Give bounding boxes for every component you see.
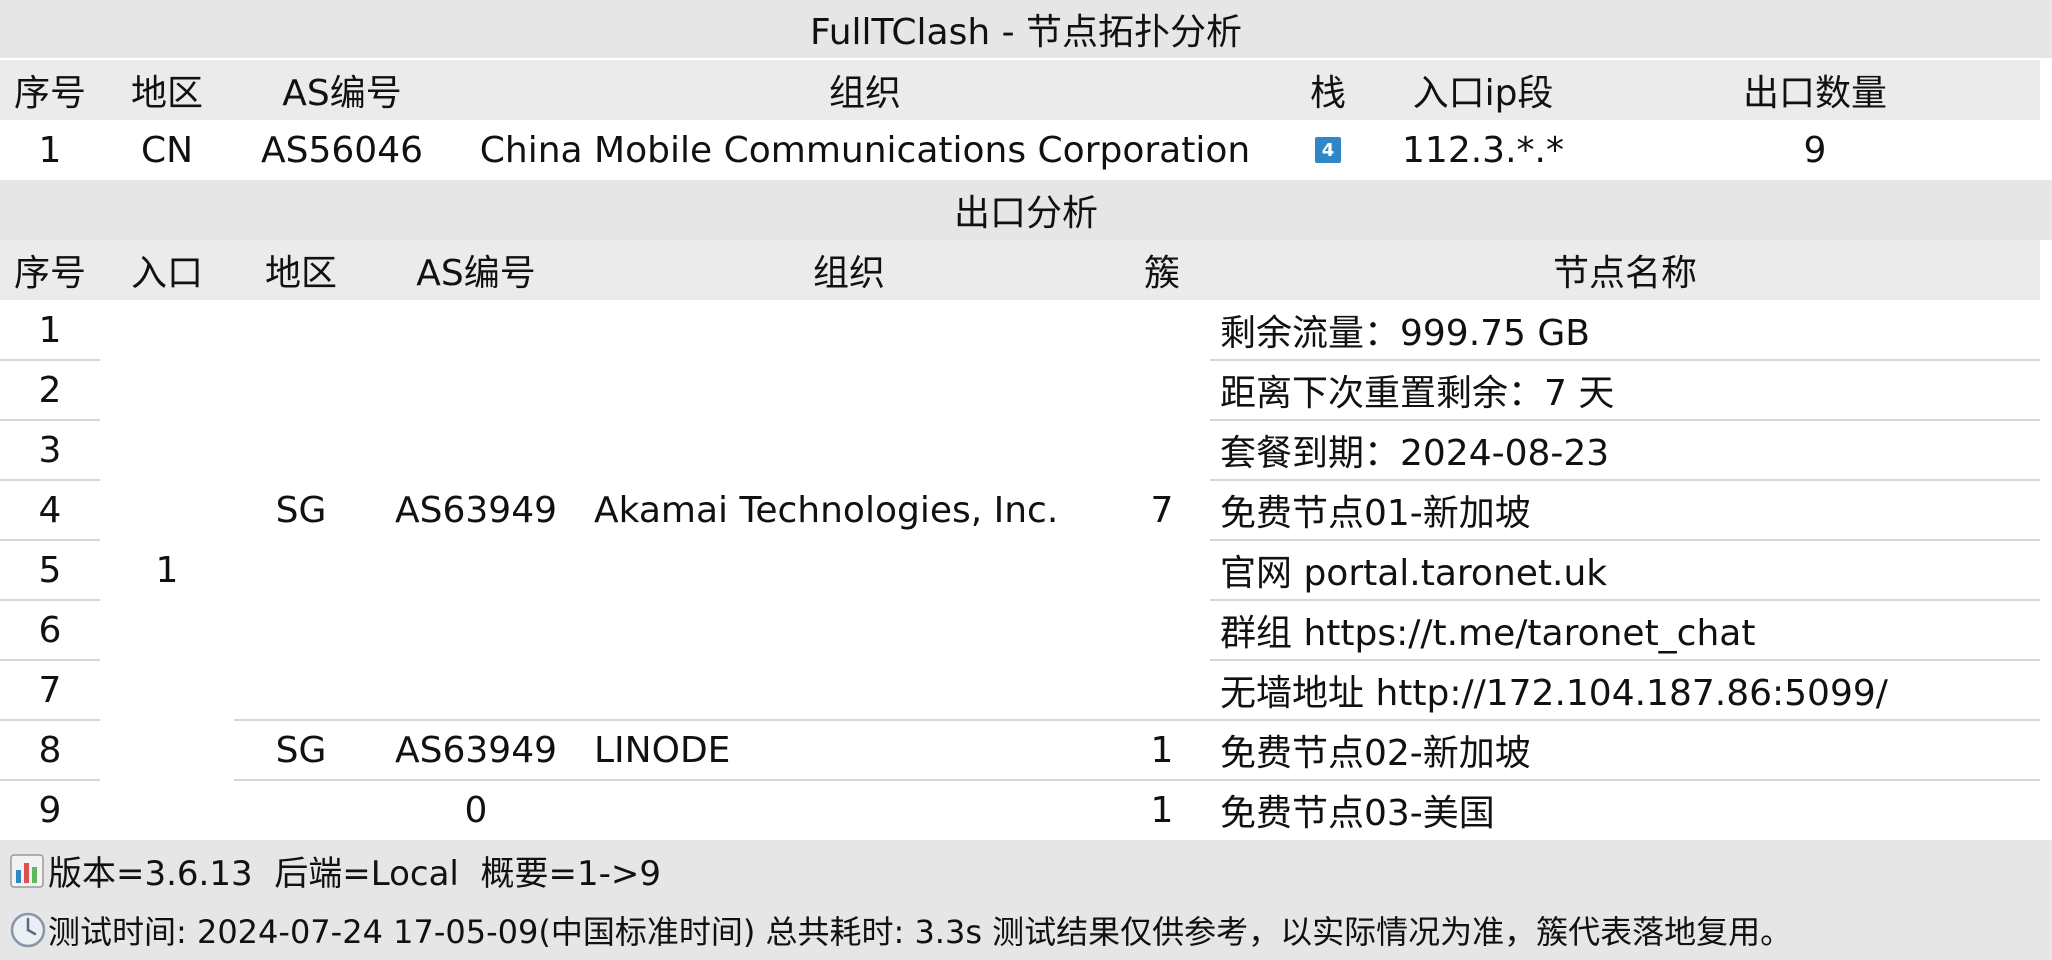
node-name: 免费节点03-美国 <box>1220 793 1495 834</box>
footer-info-text: 版本=3.6.13 后端=Local 概要=1->9 <box>48 853 661 894</box>
group-org: LINODE <box>594 729 731 771</box>
col-ip-segment-header: 入口ip段 <box>1412 73 1554 114</box>
exit-table-header: 序号 入口 地区 AS编号 组织 簇 节点名称 <box>0 240 2040 300</box>
col-org-header: 组织 <box>828 73 901 114</box>
col-region-header: 地区 <box>130 73 203 114</box>
entry-table-row: 1 CN AS56046 China Mobile Communications… <box>0 120 2040 180</box>
exit-col-entry-header: 入口 <box>130 253 203 294</box>
node-name: 官网 portal.taronet.uk <box>1220 553 1608 594</box>
group-asn: AS63949 <box>395 489 557 531</box>
exit-col-cluster-header: 簇 <box>1143 253 1180 294</box>
footer-time-text: 测试时间: 2024-07-24 17-05-09(中国标准时间) 总共耗时: … <box>48 913 1793 951</box>
group-asn: 0 <box>464 789 488 831</box>
col-exit-count-header: 出口数量 <box>1742 73 1887 114</box>
exit-row-index: 9 <box>38 789 62 831</box>
entry-region: CN <box>140 129 194 171</box>
col-asn-header: AS编号 <box>282 73 402 114</box>
exit-row-index: 1 <box>38 309 62 351</box>
node-name: 剩余流量：999.75 GB <box>1220 313 1591 354</box>
group-region <box>234 780 368 840</box>
exit-col-org-header: 组织 <box>812 253 885 294</box>
exit-section-title: 出口分析 <box>0 180 2052 240</box>
exit-row-index: 4 <box>38 489 62 531</box>
group-cluster: 7 <box>1150 489 1174 531</box>
footer-time: 测试时间: 2024-07-24 17-05-09(中国标准时间) 总共耗时: … <box>0 900 2052 960</box>
group-org <box>584 780 1114 840</box>
node-name: 无墙地址 http://172.104.187.86:5099/ <box>1220 673 1888 714</box>
entry-stack: 4 <box>1280 120 1376 180</box>
exit-entry-cell: 1 <box>155 549 179 591</box>
node-name: 距离下次重置剩余：7 天 <box>1220 373 1615 414</box>
exit-col-asn-header: AS编号 <box>416 253 536 294</box>
exit-row-index: 7 <box>38 669 62 711</box>
exit-row-index: 3 <box>38 429 62 471</box>
page-title: FullTClash - 节点拓扑分析 <box>0 0 2052 58</box>
node-name: 套餐到期：2024-08-23 <box>1220 433 1610 474</box>
exit-row-index: 6 <box>38 609 62 651</box>
node-name: 群组 https://t.me/taronet_chat <box>1220 613 1756 654</box>
group-asn: AS63949 <box>395 729 557 771</box>
node-name: 免费节点02-新加坡 <box>1220 733 1531 774</box>
entry-index: 1 <box>38 129 62 171</box>
group-region: SG <box>275 729 327 771</box>
entry-exit-count: 9 <box>1803 129 1827 171</box>
entry-table-header: 序号 地区 AS编号 组织 栈 入口ip段 出口数量 <box>0 60 2040 120</box>
bar-chart-icon <box>10 854 44 888</box>
node-name: 免费节点01-新加坡 <box>1220 493 1531 534</box>
group-org: Akamai Technologies, Inc. <box>594 489 1059 531</box>
exit-row-index: 8 <box>38 729 62 771</box>
col-stack-header: 栈 <box>1309 73 1346 114</box>
group-region: SG <box>275 489 327 531</box>
entry-org: China Mobile Communications Corporation <box>479 129 1251 171</box>
clock-icon <box>10 912 46 948</box>
exit-row-index: 5 <box>38 549 62 591</box>
col-index-header: 序号 <box>13 73 86 114</box>
footer-info: 版本=3.6.13 后端=Local 概要=1->9 <box>0 840 2052 900</box>
exit-col-node-name-header: 节点名称 <box>1552 253 1697 294</box>
entry-asn: AS56046 <box>261 129 423 171</box>
exit-col-index-header: 序号 <box>13 253 86 294</box>
entry-ip-segment: 112.3.*.* <box>1402 129 1564 171</box>
group-cluster: 1 <box>1150 729 1174 771</box>
ipv4-badge-icon: 4 <box>1315 137 1341 163</box>
group-cluster: 1 <box>1150 789 1174 831</box>
exit-col-region-header: 地区 <box>264 253 337 294</box>
exit-row-index: 2 <box>38 369 62 411</box>
